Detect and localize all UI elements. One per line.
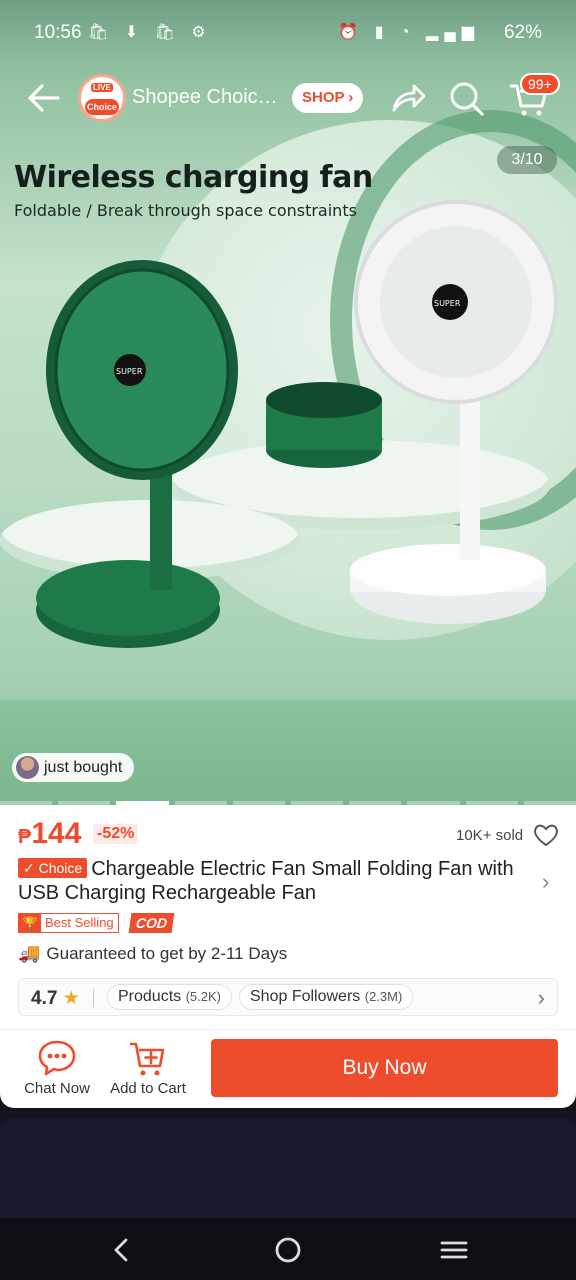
trophy-icon: 🏆	[19, 914, 41, 932]
divider	[93, 989, 94, 1007]
live-badge: LIVE	[91, 83, 113, 92]
add-to-cart-icon	[130, 1042, 165, 1076]
discount-badge: -52%	[93, 824, 139, 844]
guarantee-text: Guaranteed to get by 2-11 Days	[46, 944, 288, 963]
just-bought-label: just bought	[44, 759, 123, 776]
status-time: 10:56	[34, 22, 82, 43]
shop-logo[interactable]: LIVE Choice	[78, 74, 126, 122]
system-back-icon[interactable]	[104, 1232, 140, 1268]
fan-brand-label: SUPER	[434, 299, 461, 308]
background-sheet	[0, 1118, 576, 1218]
price-value: 144	[31, 817, 82, 850]
chat-now-button[interactable]: Chat Now	[20, 1036, 94, 1097]
share-icon[interactable]	[388, 78, 428, 118]
shop-stats-bar[interactable]: 4.7 ★ Products (5.2K) Shop Followers (2.…	[18, 978, 558, 1016]
choice-badge: Choice	[85, 99, 119, 115]
search-icon[interactable]	[446, 78, 486, 118]
system-navigation-bar	[0, 1218, 576, 1280]
chevron-right-icon: ›	[537, 985, 545, 1010]
bottom-action-bar: Chat Now Add to Cart Buy Now	[0, 1029, 576, 1108]
add-to-cart-label: Add to Cart	[110, 1080, 186, 1097]
battery-level: 62%	[503, 22, 542, 43]
product-price: ₱144	[18, 817, 81, 851]
system-home-icon[interactable]	[270, 1232, 306, 1268]
product-title-row[interactable]: ✓ Choice Chargeable Electric Fan Small Fo…	[18, 857, 538, 905]
followers-count: (2.3M)	[364, 989, 403, 1004]
buyer-avatar	[16, 756, 39, 779]
best-selling-badge: 🏆 Best Selling	[18, 913, 119, 933]
system-status-icons: ⏰ ▮ ◔ ▂▄▆	[338, 24, 480, 41]
star-icon: ★	[62, 988, 80, 1009]
notification-icons: 🛍 ⬇ 🛍 ⚙	[88, 24, 212, 41]
promo-title: Wireless charging fan	[14, 160, 373, 195]
top-navigation: LIVE Choice Shopee Choice Official Store…	[0, 70, 576, 126]
status-bar: 10:56 🛍 ⬇ 🛍 ⚙ ⏰ ▮ ◔ ▂▄▆ 62%	[0, 0, 576, 66]
choice-tag: ✓ Choice	[18, 858, 88, 878]
shop-rating: 4.7 ★	[31, 987, 80, 1010]
truck-icon: 🚚	[18, 943, 41, 963]
back-arrow-icon[interactable]	[24, 80, 64, 116]
choice-tag-label: Choice	[38, 860, 83, 876]
add-to-cart-button[interactable]: Add to Cart	[104, 1036, 192, 1097]
followers-label: Shop Followers	[250, 988, 361, 1005]
screen-gap	[0, 1108, 576, 1118]
fan-brand-label: SUPER	[116, 367, 143, 376]
sold-count: 10K+ sold	[456, 827, 524, 844]
followers-pill[interactable]: Shop Followers (2.3M)	[239, 984, 414, 1010]
just-bought-toast: just bought	[12, 753, 135, 782]
system-recents-icon[interactable]	[436, 1232, 472, 1268]
currency-symbol: ₱	[18, 826, 32, 848]
products-count: (5.2K)	[185, 989, 221, 1004]
chat-icon	[38, 1040, 76, 1076]
chevron-right-icon[interactable]: ›	[542, 869, 549, 895]
products-pill[interactable]: Products (5.2K)	[107, 984, 232, 1010]
chevron-right-icon: ›	[348, 89, 354, 106]
image-counter: 3/10	[497, 146, 557, 174]
mini-fan	[266, 382, 382, 468]
product-info-panel: ₱144 -52% 10K+ sold ✓ Choice Chargeable E…	[0, 805, 576, 1029]
shop-button[interactable]: SHOP ›	[292, 83, 364, 113]
cod-badge: COD	[128, 913, 175, 933]
shop-name[interactable]: Shopee Choice Official Store	[132, 86, 288, 109]
product-title: Chargeable Electric Fan Small Folding Fa…	[18, 858, 514, 904]
buy-now-button[interactable]: Buy Now	[211, 1039, 558, 1097]
shop-button-label: SHOP	[302, 89, 345, 106]
green-fan: SUPER	[36, 260, 238, 648]
cart-count-badge: 99+	[520, 73, 560, 95]
favorite-heart-icon[interactable]	[532, 821, 560, 849]
best-selling-label: Best Selling	[45, 915, 114, 930]
rating-value: 4.7	[31, 988, 58, 1009]
chat-now-label: Chat Now	[24, 1080, 90, 1097]
promo-subtitle: Foldable / Break through space constrain…	[14, 201, 357, 220]
products-label: Products	[118, 988, 182, 1005]
delivery-guarantee[interactable]: 🚚 Guaranteed to get by 2-11 Days	[18, 943, 287, 964]
